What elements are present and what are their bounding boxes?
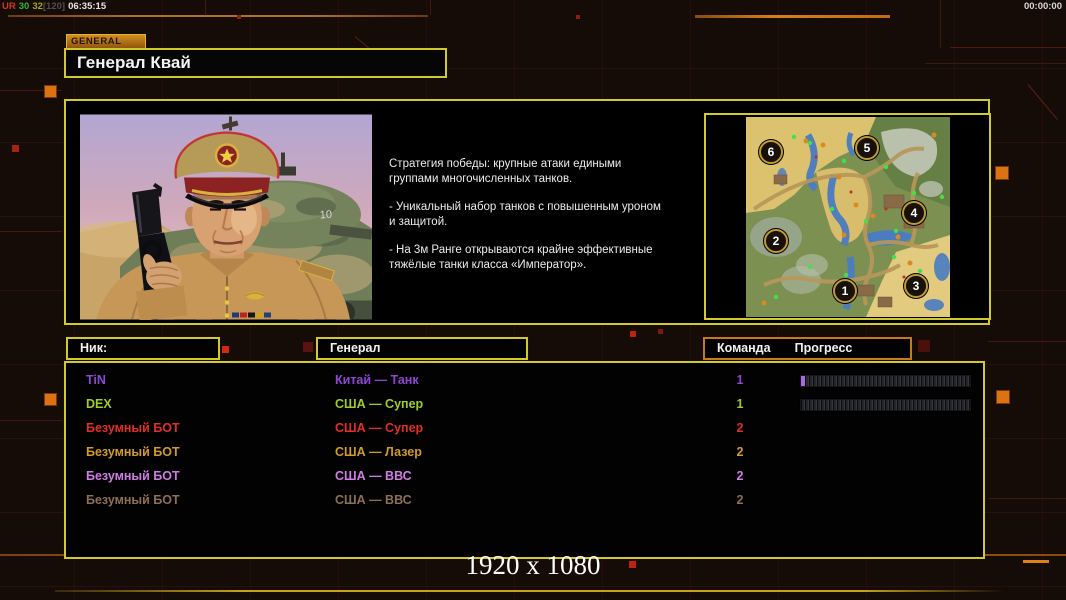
accent-square	[44, 393, 57, 406]
page-title: Генерал Квай	[64, 48, 447, 78]
circuit-line	[0, 420, 62, 421]
circuit-line	[925, 63, 1066, 64]
debug-overlay: UR 30 32[120] 06:35:15	[2, 1, 109, 12]
map-start-position: 1	[833, 279, 857, 303]
player-general: США — Лазер	[335, 445, 422, 459]
progress-fill	[801, 376, 805, 386]
circuit-line	[8, 15, 428, 17]
circuit-line	[55, 590, 1005, 592]
map-start-position: 5	[855, 136, 879, 160]
game-clock: 00:00:00	[1023, 1, 1062, 12]
map-start-position: 4	[902, 201, 926, 225]
accent-square	[222, 346, 229, 353]
accent-square	[995, 166, 1009, 180]
circuit-line	[950, 47, 1066, 48]
circuit-line	[940, 0, 941, 48]
debug-label: UR	[2, 1, 16, 12]
debug-fps: 30	[18, 1, 30, 12]
strategy-line: - На 3м Ранге открываются крайне эффекти…	[389, 244, 653, 271]
player-team: 2	[736, 421, 744, 435]
column-header-team-progress: Команда Прогресс	[703, 337, 912, 360]
player-nick: TiN	[86, 373, 106, 387]
accent-square	[303, 342, 313, 352]
debug-bracket: [120]	[42, 1, 66, 12]
player-nick: Безумный БОТ	[86, 469, 180, 483]
player-team: 2	[736, 493, 744, 507]
player-team: 1	[736, 397, 744, 411]
player-general: США — ВВС	[335, 493, 412, 507]
player-team: 2	[736, 469, 744, 483]
accent-square	[996, 390, 1010, 404]
column-header-general: Генерал	[316, 337, 528, 360]
player-team: 1	[736, 373, 744, 387]
table-row: Безумный БОТ США — ВВС 2	[66, 488, 983, 512]
general-tab-label: GENERAL	[66, 34, 146, 48]
table-row: DEX США — Супер 1	[66, 392, 983, 416]
accent-square	[44, 85, 57, 98]
loading-screen: UR 30 32[120] 06:35:15 00:00:00 GENERAL Ген…	[0, 0, 1066, 600]
table-row: Безумный БОТ США — Супер 2	[66, 416, 983, 440]
player-table: TiN Китай — Танк 1 DEX США — Супер 1 Без…	[64, 361, 985, 559]
strategy-text: Стратегия победы: крупные атаки едиными …	[389, 157, 704, 286]
strategy-line: Стратегия победы: крупные атаки едиными …	[389, 158, 622, 185]
player-general: США — ВВС	[335, 469, 412, 483]
progress-bar	[799, 398, 972, 412]
map-start-position: 2	[764, 229, 788, 253]
circuit-line	[430, 0, 431, 15]
progress-bar	[799, 374, 972, 388]
column-header-team: Команда	[717, 341, 771, 355]
table-row: Безумный БОТ США — Лазер 2	[66, 440, 983, 464]
player-general: США — Супер	[335, 421, 424, 435]
debug-time: 06:35:15	[68, 1, 107, 12]
portrait-illustration: 10	[80, 114, 372, 320]
circuit-line	[695, 15, 890, 18]
tank-number: 10	[319, 209, 332, 222]
player-nick: Безумный БОТ	[86, 493, 180, 507]
player-team: 2	[736, 445, 744, 459]
player-general: Китай — Танк	[335, 373, 419, 387]
circuit-line	[205, 0, 206, 16]
accent-square	[630, 331, 636, 337]
accent-square	[12, 145, 19, 152]
table-row: Безумный БОТ США — ВВС 2	[66, 464, 983, 488]
column-header-progress: Прогресс	[794, 341, 853, 355]
resolution-label: 1920 x 1080	[465, 550, 601, 580]
circuit-line	[988, 498, 1066, 499]
map-preview-panel: 1 2 3 4 5 6	[704, 113, 991, 320]
player-nick: Безумный БОТ	[86, 445, 180, 459]
accent-square	[918, 340, 930, 352]
circuit-line	[1027, 84, 1058, 121]
circuit-line	[988, 341, 1066, 342]
general-portrait: 10	[78, 112, 374, 322]
column-header-nick: Ник:	[66, 337, 220, 360]
accent-square	[576, 15, 580, 19]
accent-square	[658, 329, 663, 334]
accent-square	[237, 15, 241, 19]
debug-value: 32	[32, 1, 43, 12]
player-general: США — Супер	[335, 397, 424, 411]
player-nick: DEX	[86, 397, 112, 411]
circuit-line	[0, 231, 62, 232]
table-row: TiN Китай — Танк 1	[66, 368, 983, 392]
player-nick: Безумный БОТ	[86, 421, 180, 435]
map-start-position: 6	[759, 140, 783, 164]
map-preview: 1 2 3 4 5 6	[746, 117, 950, 317]
map-start-position: 3	[904, 274, 928, 298]
strategy-line: - Уникальный набор танков с повышенным у…	[389, 201, 661, 228]
